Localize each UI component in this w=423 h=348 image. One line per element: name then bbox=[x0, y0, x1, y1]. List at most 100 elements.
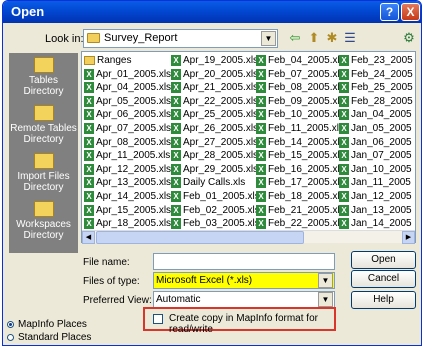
file-list-item[interactable]: X Apr_13_2005.xls bbox=[84, 176, 171, 189]
file-list-item[interactable]: X Feb_16_2005.xls bbox=[256, 163, 345, 176]
open-button[interactable]: Open bbox=[351, 251, 416, 269]
back-icon[interactable]: ⇦ bbox=[286, 29, 304, 47]
tools-icon[interactable]: ⚙ bbox=[400, 29, 418, 47]
filename-input[interactable] bbox=[153, 253, 335, 270]
cancel-button[interactable]: Cancel bbox=[351, 270, 416, 288]
file-list-item[interactable]: X Jan_04_2005 bbox=[339, 108, 412, 121]
file-list-item[interactable]: X Jan_13_2005 bbox=[339, 204, 412, 217]
file-list-item[interactable]: X Daily Calls.xls bbox=[171, 176, 245, 189]
file-list-item[interactable]: X Feb_18_2005.xls bbox=[256, 190, 345, 203]
file-list-item[interactable]: X Feb_08_2005.xls bbox=[256, 81, 345, 94]
file-list-item[interactable]: X Feb_22_2005.xls bbox=[256, 217, 345, 230]
views-menu-icon[interactable]: ☰ bbox=[341, 29, 359, 47]
close-button[interactable]: X bbox=[401, 3, 420, 21]
help-title-button[interactable]: ? bbox=[380, 3, 399, 21]
file-list-item[interactable]: X Feb_24_2005 bbox=[339, 68, 413, 81]
file-list-item[interactable]: X Apr_22_2005.xls bbox=[171, 95, 258, 108]
file-list-item[interactable]: X Feb_10_2005.xls bbox=[256, 108, 345, 121]
file-list-item[interactable]: X Apr_15_2005.xls bbox=[84, 204, 171, 217]
file-name: Feb_15_2005.xls bbox=[268, 150, 345, 162]
file-list-item[interactable]: X Apr_05_2005.xls bbox=[84, 95, 171, 108]
file-list-item[interactable]: X Feb_07_2005.xls bbox=[256, 68, 345, 81]
file-list-item[interactable]: X Apr_07_2005.xls bbox=[84, 122, 171, 135]
view-select[interactable]: Automatic ▼ bbox=[153, 291, 335, 308]
file-name: Feb_28_2005 bbox=[351, 95, 413, 107]
place-remote-tables-directory[interactable]: Remote Tables Directory bbox=[9, 105, 78, 145]
file-list-item[interactable]: X Apr_08_2005.xls bbox=[84, 136, 171, 149]
file-list-item[interactable]: X Apr_18_2005.xls bbox=[84, 217, 171, 230]
file-list-item[interactable]: X Feb_15_2005.xls bbox=[256, 149, 345, 162]
excel-file-icon: X bbox=[339, 191, 349, 202]
place-label: Import Files Directory bbox=[17, 171, 70, 193]
file-list-item[interactable]: X Apr_11_2005.xls bbox=[84, 149, 170, 162]
scroll-thumb[interactable] bbox=[96, 231, 304, 244]
filetype-select[interactable]: Microsoft Excel (*.xls) ▼ bbox=[153, 272, 335, 289]
radio-standard-places[interactable]: Standard Places bbox=[7, 332, 91, 343]
excel-file-icon: X bbox=[339, 163, 349, 175]
file-list-item[interactable]: X Feb_01_2005.xls bbox=[171, 190, 260, 203]
file-list-item[interactable]: X Apr_04_2005.xls bbox=[84, 81, 171, 94]
file-list-item[interactable]: X Apr_29_2005.xls bbox=[171, 163, 258, 176]
help-button[interactable]: Help bbox=[351, 291, 416, 309]
file-list-item[interactable]: X Apr_06_2005.xls bbox=[84, 108, 171, 121]
file-name: Apr_07_2005.xls bbox=[96, 123, 172, 134]
new-folder-icon[interactable]: ✱ bbox=[323, 29, 341, 47]
radio-mapinfo-places[interactable]: MapInfo Places bbox=[7, 319, 87, 330]
file-list-item[interactable]: X Feb_25_2005 bbox=[339, 81, 413, 94]
chevron-down-icon[interactable]: ▼ bbox=[318, 292, 333, 307]
folder-icon bbox=[33, 153, 54, 169]
file-list-item[interactable]: X Jan_11_2005 bbox=[339, 176, 411, 189]
horizontal-scrollbar[interactable]: ◀ ▶ bbox=[82, 230, 415, 244]
title-bar: Open ? X bbox=[3, 1, 421, 23]
place-workspaces-directory[interactable]: Workspaces Directory bbox=[9, 201, 78, 241]
file-name: Feb_02_2005.xls bbox=[183, 204, 260, 216]
copy-checkbox[interactable] bbox=[153, 314, 163, 324]
file-list-item[interactable]: X Apr_25_2005.xls bbox=[171, 108, 258, 121]
chevron-down-icon[interactable]: ▼ bbox=[318, 273, 333, 288]
file-list-item[interactable]: X Jan_14_2005 bbox=[339, 217, 412, 230]
folder-icon bbox=[33, 201, 54, 217]
file-list-item[interactable]: X Apr_27_2005.xls bbox=[171, 136, 258, 149]
file-name: Feb_14_2005.xls bbox=[268, 136, 345, 148]
up-folder-icon[interactable]: ⬆ bbox=[305, 29, 323, 47]
scroll-right-icon[interactable]: ▶ bbox=[402, 231, 415, 244]
file-list-item[interactable]: X Feb_21_2005.xls bbox=[256, 204, 345, 217]
file-list-item[interactable]: X Feb_02_2005.xls bbox=[171, 204, 260, 217]
file-list-item[interactable]: X Jan_10_2005 bbox=[339, 163, 412, 176]
file-list-item[interactable]: X Feb_23_2005 bbox=[339, 54, 413, 67]
excel-file-icon: X bbox=[84, 136, 94, 148]
file-list-item[interactable]: X Apr_19_2005.xls bbox=[171, 54, 258, 67]
file-list-item[interactable]: X Feb_09_2005.xls bbox=[256, 95, 345, 108]
place-tables-directory[interactable]: Tables Directory bbox=[9, 57, 78, 97]
file-list-item[interactable]: X Apr_21_2005.xls bbox=[171, 81, 258, 94]
file-list-item[interactable]: X Apr_14_2005.xls bbox=[84, 190, 171, 203]
file-list-item[interactable]: X Jan_06_2005 bbox=[339, 136, 412, 149]
file-list-item[interactable]: X Jan_07_2005 bbox=[339, 149, 412, 162]
file-list-item[interactable]: X Feb_11_2005.xls bbox=[256, 122, 344, 135]
file-name: Jan_11_2005 bbox=[351, 177, 411, 189]
file-list-item[interactable]: X Feb_04_2005.xls bbox=[256, 54, 345, 67]
file-list-item[interactable]: X Feb_28_2005 bbox=[339, 95, 413, 108]
folder-icon bbox=[87, 33, 100, 43]
chevron-down-icon[interactable]: ▼ bbox=[261, 31, 276, 46]
file-list-item[interactable]: X Jan_05_2005 bbox=[339, 122, 412, 135]
file-list-item[interactable]: X Apr_12_2005.xls bbox=[84, 163, 171, 176]
file-list-item[interactable]: X Apr_28_2005.xls bbox=[171, 149, 258, 162]
file-list-item[interactable]: X Jan_12_2005 bbox=[339, 190, 412, 203]
excel-file-icon: X bbox=[256, 68, 266, 80]
file-list-item[interactable]: X Apr_26_2005.xls bbox=[171, 122, 258, 135]
excel-file-icon: X bbox=[339, 55, 349, 66]
file-list-item[interactable]: Ranges bbox=[84, 54, 131, 67]
lookin-combo[interactable]: Survey_Report ▼ bbox=[83, 29, 278, 48]
file-list-item[interactable]: X Apr_20_2005.xls bbox=[171, 68, 258, 81]
file-list[interactable]: Ranges X Apr_01_2005.xls X Apr_04_2005.xls X A… bbox=[81, 51, 416, 243]
excel-file-icon: X bbox=[171, 177, 181, 189]
file-name: Apr_01_2005.xls bbox=[96, 68, 172, 80]
file-list-item[interactable]: X Feb_03_2005.xls bbox=[171, 217, 260, 230]
file-list-item[interactable]: X Feb_14_2005.xls bbox=[256, 136, 345, 149]
place-import-files-directory[interactable]: Import Files Directory bbox=[9, 153, 78, 193]
file-list-item[interactable]: X Apr_01_2005.xls bbox=[84, 68, 171, 81]
file-name: Feb_10_2005.xls bbox=[268, 109, 345, 121]
scroll-left-icon[interactable]: ◀ bbox=[82, 231, 95, 244]
file-list-item[interactable]: X Feb_17_2005.xls bbox=[256, 176, 345, 189]
